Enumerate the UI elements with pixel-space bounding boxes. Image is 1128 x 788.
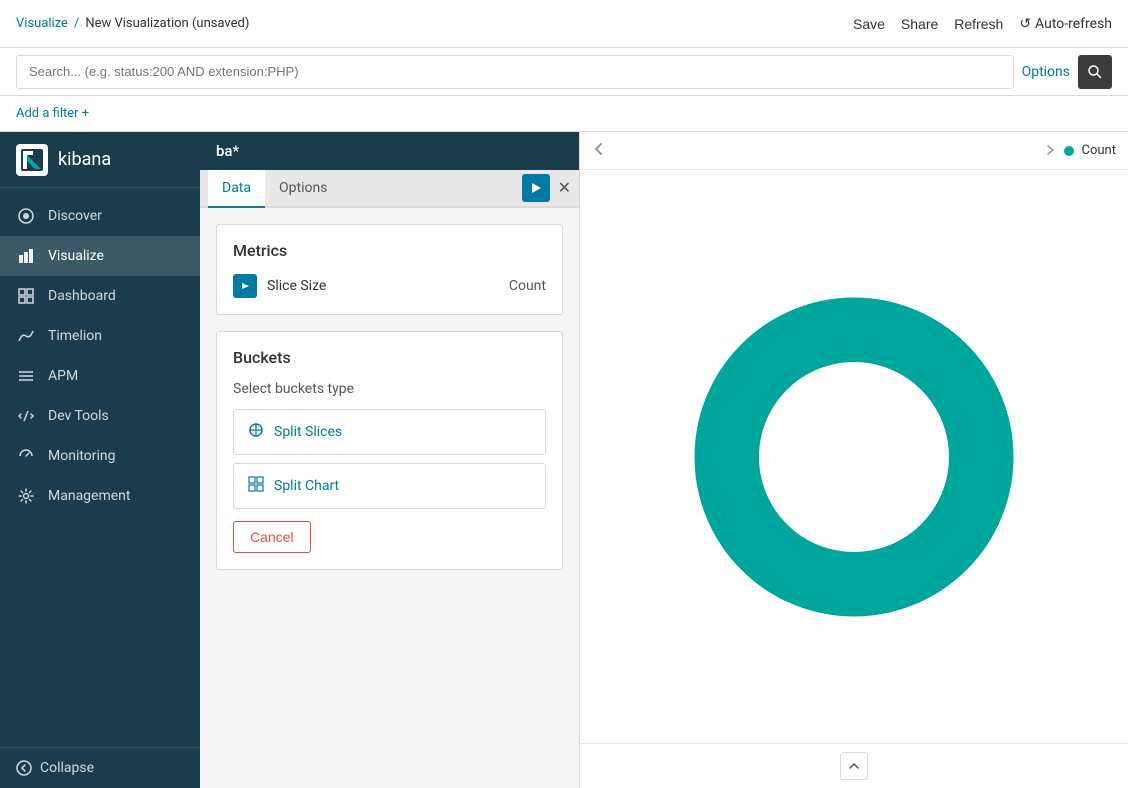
sidebar-item-visualize[interactable]: Visualize <box>0 236 200 276</box>
visualize-icon <box>16 246 36 266</box>
panel-tab-actions: ✕ <box>522 174 571 202</box>
top-bar: Visualize / New Visualization (unsaved) … <box>0 0 1128 48</box>
donut-chart <box>694 297 1014 617</box>
kibana-logo-icon <box>16 144 48 176</box>
collapse-label: Collapse <box>40 760 94 776</box>
kibana-svg <box>21 149 43 171</box>
metric-expand-button[interactable] <box>233 274 257 298</box>
close-button[interactable]: ✕ <box>558 178 571 198</box>
split-chart-svg <box>248 476 264 492</box>
panel-content: Metrics Slice Size Count Buckets Select … <box>200 208 579 788</box>
share-button[interactable]: Share <box>901 16 938 32</box>
sidebar-item-devtools[interactable]: Dev Tools <box>0 396 200 436</box>
auto-refresh-label: Auto-refresh <box>1035 16 1112 32</box>
dashboard-icon <box>16 286 36 306</box>
breadcrumb-visualize-link[interactable]: Visualize <box>16 16 68 31</box>
legend-color-dot <box>1064 146 1074 156</box>
sidebar-item-timelion-label: Timelion <box>48 328 102 344</box>
search-input[interactable] <box>16 55 1014 89</box>
buckets-subtitle: Select buckets type <box>233 381 546 397</box>
split-chart-icon <box>248 476 264 496</box>
panel-tabs: Data Options ✕ <box>200 170 579 208</box>
legend-arrow-button[interactable] <box>1044 143 1056 159</box>
search-button[interactable] <box>1078 55 1112 89</box>
panel-header: ba* <box>200 132 579 170</box>
top-bar-actions: Save Share Refresh ↺ Auto-refresh <box>853 16 1112 32</box>
play-button[interactable] <box>522 174 550 202</box>
tab-options[interactable]: Options <box>265 170 341 208</box>
sidebar-brand-label: kibana <box>58 149 111 170</box>
auto-refresh-button[interactable]: ↺ Auto-refresh <box>1019 16 1112 32</box>
viz-panel: Count <box>580 132 1128 788</box>
play-icon <box>530 182 542 194</box>
viz-area <box>580 170 1128 743</box>
bucket-split-chart-label: Split Chart <box>274 478 339 494</box>
management-icon <box>16 486 36 506</box>
expand-icon <box>240 281 250 291</box>
devtools-icon <box>16 406 36 426</box>
sidebar-item-discover-label: Discover <box>48 208 102 224</box>
sidebar-item-apm-label: APM <box>48 368 78 384</box>
metric-slice-size-label: Slice Size <box>267 278 499 294</box>
breadcrumb-sep: / <box>74 16 79 31</box>
apm-icon <box>16 366 36 386</box>
sidebar-footer: Collapse <box>0 747 200 788</box>
viz-toolbar: Count <box>580 132 1128 170</box>
timelion-icon <box>16 326 36 346</box>
sidebar-item-dashboard-label: Dashboard <box>48 288 116 304</box>
sidebar-item-management-label: Management <box>48 488 130 504</box>
collapse-button[interactable]: Collapse <box>16 760 184 776</box>
add-filter-button[interactable]: Add a filter + <box>16 106 89 121</box>
metric-row-slice-size: Slice Size Count <box>233 274 546 298</box>
sidebar-item-devtools-label: Dev Tools <box>48 408 109 424</box>
breadcrumb-current: New Visualization (unsaved) <box>85 16 249 31</box>
options-link[interactable]: Options <box>1022 64 1070 80</box>
scroll-up-button[interactable] <box>840 752 868 780</box>
auto-refresh-icon: ↺ <box>1019 16 1031 32</box>
sidebar-item-dashboard[interactable]: Dashboard <box>0 276 200 316</box>
viz-legend: Count <box>1044 143 1116 159</box>
bucket-split-slices[interactable]: Split Slices <box>233 409 546 455</box>
content-panel: ba* Data Options ✕ Metrics Slice Size <box>200 132 580 788</box>
split-slices-icon <box>248 422 264 442</box>
discover-icon <box>16 206 36 226</box>
sidebar-item-visualize-label: Visualize <box>48 248 104 264</box>
tab-data[interactable]: Data <box>208 170 265 208</box>
collapse-icon <box>16 760 32 776</box>
monitoring-icon <box>16 446 36 466</box>
cancel-button[interactable]: Cancel <box>233 521 311 553</box>
metrics-title: Metrics <box>233 241 546 260</box>
chevron-up-icon <box>848 760 860 772</box>
sidebar-item-management[interactable]: Management <box>0 476 200 516</box>
legend-count-label: Count <box>1082 143 1116 158</box>
sidebar-item-discover[interactable]: Discover <box>0 196 200 236</box>
viz-bottom <box>580 743 1128 788</box>
buckets-title: Buckets <box>233 348 546 367</box>
main-layout: kibana Discover Visualize Dashboard <box>0 132 1128 788</box>
sidebar-logo: kibana <box>0 132 200 188</box>
sidebar-item-monitoring[interactable]: Monitoring <box>0 436 200 476</box>
chevron-right-icon <box>1044 144 1056 156</box>
metric-slice-size-value: Count <box>509 278 546 294</box>
search-bar: Options <box>0 48 1128 96</box>
metrics-section: Metrics Slice Size Count <box>216 224 563 315</box>
sidebar-nav: Discover Visualize Dashboard Timelion <box>0 188 200 747</box>
split-slices-svg <box>248 422 264 438</box>
search-icon <box>1087 64 1103 80</box>
save-button[interactable]: Save <box>853 16 885 32</box>
chevron-left-icon <box>592 142 606 156</box>
refresh-button[interactable]: Refresh <box>954 16 1003 32</box>
sidebar: kibana Discover Visualize Dashboard <box>0 132 200 788</box>
bucket-split-slices-label: Split Slices <box>274 424 342 440</box>
sidebar-item-timelion[interactable]: Timelion <box>0 316 200 356</box>
breadcrumb: Visualize / New Visualization (unsaved) <box>16 16 249 31</box>
sidebar-item-apm[interactable]: APM <box>0 356 200 396</box>
sidebar-item-monitoring-label: Monitoring <box>48 448 116 464</box>
buckets-section: Buckets Select buckets type Split Slices… <box>216 331 563 570</box>
viz-collapse-left-button[interactable] <box>592 140 606 161</box>
filter-bar: Add a filter + <box>0 96 1128 132</box>
bucket-split-chart[interactable]: Split Chart <box>233 463 546 509</box>
